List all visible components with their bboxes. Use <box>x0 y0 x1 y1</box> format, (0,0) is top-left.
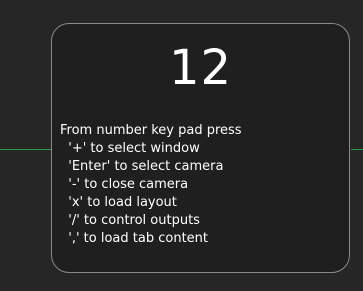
instruction-load-tab-content: ',' to load tab content <box>60 231 208 246</box>
instruction-select-window: '+' to select window <box>60 141 200 156</box>
guide-line-left <box>0 149 52 150</box>
guide-line-right <box>351 149 363 150</box>
keypad-instructions: From number key pad press '+' to select … <box>60 122 340 248</box>
instruction-select-camera: 'Enter' to select camera <box>60 159 224 174</box>
window-selection-overlay: 12 From number key pad press '+' to sele… <box>51 23 350 273</box>
instruction-close-camera: '-' to close camera <box>60 177 189 192</box>
instruction-load-layout: 'x' to load layout <box>60 195 177 210</box>
window-number: 12 <box>168 40 233 96</box>
instruction-intro: From number key pad press <box>60 123 242 138</box>
instruction-control-outputs: '/' to control outputs <box>60 213 200 228</box>
